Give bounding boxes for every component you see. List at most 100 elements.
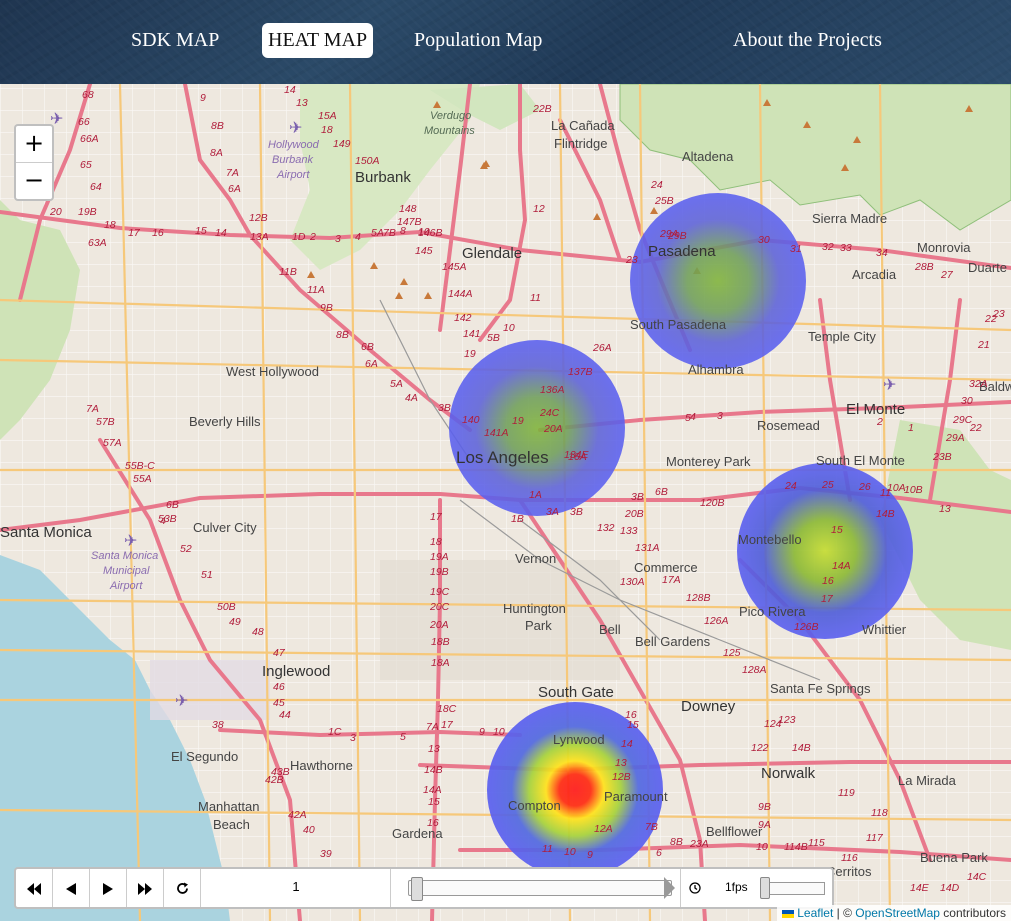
leaflet-link[interactable]: Leaflet — [797, 906, 833, 920]
highway-exit-label: 24 — [784, 480, 797, 492]
highway-exit-label: 12 — [533, 203, 545, 215]
svg-text:Santa Fe Springs: Santa Fe Springs — [770, 681, 871, 696]
highway-exit-label: 7B — [645, 821, 658, 833]
highway-exit-label: 6B — [166, 499, 179, 511]
highway-exit-label: 52 — [180, 543, 192, 555]
highway-exit-label: 2 — [309, 231, 316, 243]
nav-sdk-map[interactable]: SDK MAP — [125, 23, 225, 58]
highway-exit-label: 30 — [961, 395, 973, 407]
highway-exit-label: 26A — [592, 342, 612, 354]
highway-exit-label: 57B — [96, 416, 115, 428]
highway-exit-label: 17 — [821, 593, 834, 605]
highway-exit-label: 66 — [78, 116, 90, 128]
highway-exit-label: 14E — [910, 882, 930, 894]
svg-text:El Monte: El Monte — [846, 401, 905, 418]
svg-text:✈: ✈ — [124, 531, 137, 550]
highway-exit-label: 11 — [542, 843, 553, 855]
forward-fast-icon — [138, 882, 152, 895]
svg-text:Manhattan: Manhattan — [198, 799, 259, 814]
highway-exit-label: 3 — [350, 732, 356, 744]
highway-exit-label: 9B — [758, 801, 771, 813]
highway-exit-label: 29A — [945, 432, 965, 444]
highway-exit-label: 19B — [78, 206, 97, 218]
svg-text:Hawthorne: Hawthorne — [290, 758, 353, 773]
fps-label: 1fps — [725, 880, 748, 894]
highway-exit-label: 18 — [104, 219, 116, 231]
highway-exit-label: 21 — [977, 339, 990, 351]
skip-back-button[interactable] — [16, 869, 53, 907]
svg-text:Municipal: Municipal — [103, 565, 150, 577]
highway-exit-label: 46 — [273, 681, 285, 693]
highway-exit-label: 19 — [464, 348, 476, 360]
skip-forward-button[interactable] — [127, 869, 164, 907]
highway-exit-label: 14 — [215, 227, 227, 239]
highway-exit-label: 39 — [320, 848, 332, 860]
svg-text:✈: ✈ — [883, 375, 896, 394]
highway-exit-label: 141A — [484, 427, 509, 439]
highway-exit-label: 28B — [914, 261, 934, 273]
highway-exit-label: 141 — [463, 328, 481, 340]
highway-exit-label: 150A — [355, 155, 380, 167]
speed-slider-thumb[interactable] — [760, 877, 770, 899]
highway-exit-label: 133 — [620, 525, 638, 537]
nav-population-map[interactable]: Population Map — [408, 23, 548, 58]
highway-exit-label: 5B — [487, 332, 500, 344]
svg-text:Park: Park — [525, 618, 552, 633]
svg-text:Burbank: Burbank — [355, 169, 411, 186]
highway-exit-label: 16A — [568, 451, 587, 463]
nav-about-projects[interactable]: About the Projects — [727, 23, 888, 58]
highway-exit-label: 34 — [876, 247, 888, 259]
highway-exit-label: 14A — [832, 560, 851, 572]
highway-exit-label: 114B — [784, 841, 808, 853]
highway-exit-label: 126A — [704, 615, 729, 627]
zoom-out-button[interactable]: − — [16, 162, 52, 199]
heat-map[interactable]: ✈ ✈ ✈ ✈ ✈ Burbank Glendale Pasadena Altade… — [0, 84, 1011, 921]
highway-exit-label: 1C — [328, 726, 342, 738]
highway-exit-label: 3B — [570, 506, 583, 518]
highway-exit-label: 149 — [333, 138, 351, 150]
svg-text:Arcadia: Arcadia — [852, 267, 897, 282]
zoom-in-button[interactable]: + — [16, 126, 52, 162]
highway-exit-label: 4A — [405, 392, 418, 404]
highway-exit-label: 13 — [428, 743, 440, 755]
highway-exit-label: 140 — [462, 414, 480, 426]
highway-exit-label: 16 — [822, 575, 834, 587]
svg-text:Airport: Airport — [276, 169, 310, 181]
backward-icon — [66, 882, 76, 895]
highway-exit-label: 5A — [371, 227, 384, 239]
highway-exit-label: 13 — [296, 97, 308, 109]
svg-text:Hollywood: Hollywood — [268, 139, 320, 151]
heat-point-pasadena — [630, 193, 806, 369]
svg-text:Temple City: Temple City — [808, 329, 876, 344]
highway-exit-label: 5 — [400, 731, 406, 743]
highway-exit-label: 26 — [858, 481, 871, 493]
openstreetmap-link[interactable]: OpenStreetMap — [855, 906, 940, 920]
highway-exit-label: 19C — [430, 586, 450, 598]
time-slider-thumb[interactable] — [411, 877, 423, 901]
highway-exit-label: 13 — [615, 757, 627, 769]
time-slider[interactable] — [408, 877, 675, 901]
highway-exit-label: 10B — [904, 484, 923, 496]
svg-text:Santa Monica: Santa Monica — [0, 524, 92, 541]
nav-heat-map[interactable]: HEAT MAP — [262, 23, 374, 58]
speed-slider[interactable] — [760, 877, 825, 899]
svg-text:Beverly Hills: Beverly Hills — [189, 414, 261, 429]
highway-exit-label: 116 — [841, 852, 858, 864]
highway-exit-label: 11A — [307, 284, 325, 296]
highway-exit-label: 24 — [650, 179, 663, 191]
step-back-button[interactable] — [53, 869, 90, 907]
highway-exit-label: 15 — [428, 796, 440, 808]
zoom-control: + − — [14, 124, 54, 201]
highway-exit-label: 16 — [427, 817, 439, 829]
loop-button[interactable] — [164, 869, 201, 907]
highway-exit-label: 4 — [355, 231, 361, 243]
highway-exit-label: 137B — [568, 366, 593, 378]
play-button[interactable] — [90, 869, 127, 907]
highway-exit-label: 55B-C — [125, 460, 155, 472]
highway-exit-label: 122 — [751, 742, 769, 754]
highway-exit-label: 8A — [210, 147, 223, 159]
highway-exit-label: 3B — [438, 402, 451, 414]
svg-text:Sierra Madre: Sierra Madre — [812, 211, 887, 226]
highway-exit-label: 5A — [390, 378, 403, 390]
highway-exit-label: 20B — [624, 508, 644, 520]
